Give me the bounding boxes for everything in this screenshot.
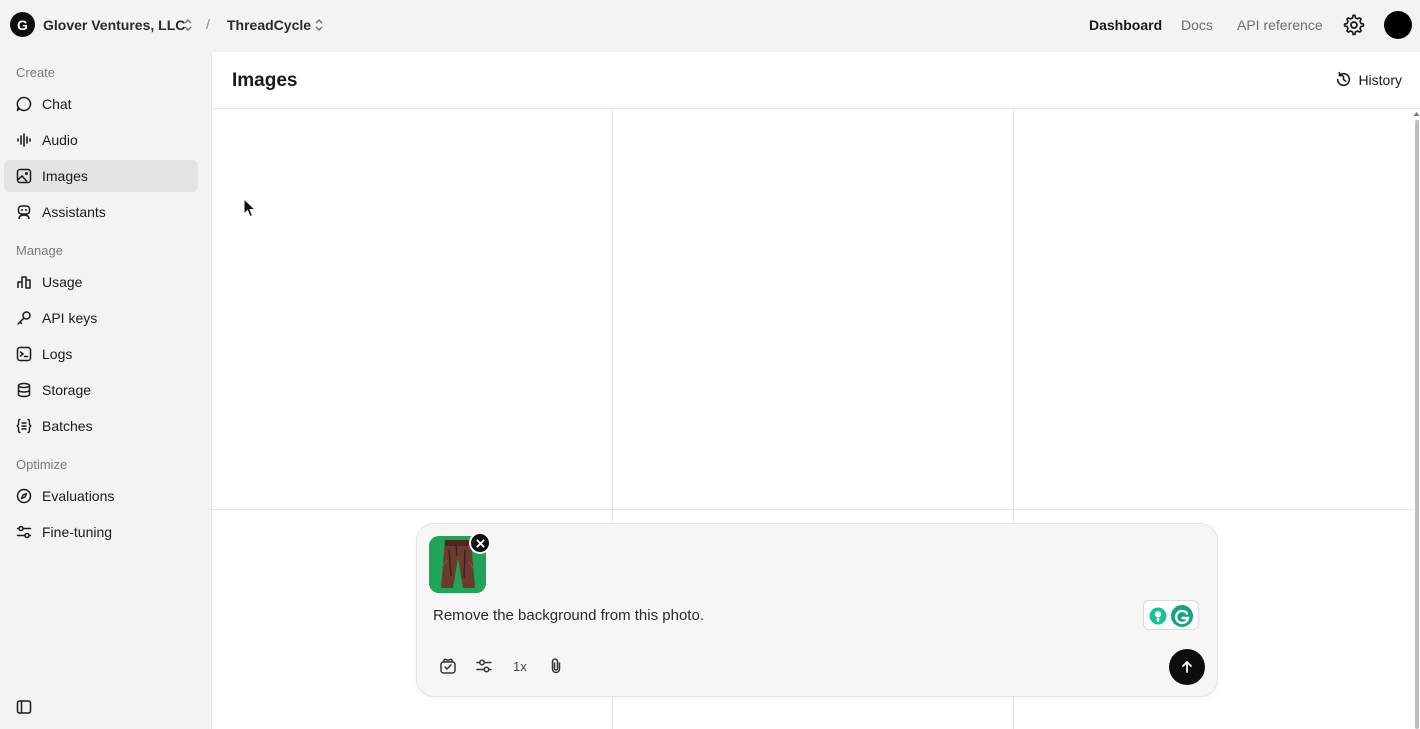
- sidebar-item-assistants[interactable]: Assistants: [4, 196, 198, 228]
- sidebar-item-label: Images: [42, 168, 88, 184]
- nav-api-reference[interactable]: API reference: [1237, 17, 1323, 33]
- breadcrumb-separator: /: [206, 16, 210, 32]
- settings-sliders-icon[interactable]: [475, 657, 493, 675]
- sidebar-item-fine-tuning[interactable]: Fine-tuning: [4, 516, 198, 548]
- sidebar-item-label: Usage: [42, 274, 83, 290]
- audio-waveform-icon: [17, 133, 31, 147]
- sidebar-item-label: Batches: [42, 418, 93, 434]
- remove-attachment-button[interactable]: [469, 532, 491, 554]
- scrollbar-thumb[interactable]: [1415, 120, 1419, 729]
- prompt-input[interactable]: Remove the background from this photo.: [433, 607, 704, 624]
- org-avatar[interactable]: G: [10, 12, 35, 37]
- sliders-icon: [16, 525, 32, 539]
- grammarly-icon: [1149, 605, 1193, 627]
- sidebar-item-batches[interactable]: Batches: [4, 410, 198, 442]
- robot-icon: [17, 205, 31, 220]
- sidebar-item-usage[interactable]: Usage: [4, 266, 198, 298]
- history-button[interactable]: History: [1335, 71, 1402, 88]
- compass-icon: [16, 488, 32, 504]
- sidebar-item-audio[interactable]: Audio: [4, 124, 198, 156]
- scrollbar[interactable]: [1413, 110, 1420, 729]
- grammarly-widget[interactable]: [1143, 600, 1199, 630]
- section-label-manage: Manage: [16, 243, 63, 258]
- key-icon: [17, 311, 31, 325]
- section-label-create: Create: [16, 65, 56, 80]
- sidebar-item-label: Storage: [42, 382, 92, 398]
- sidebar-item-evaluations[interactable]: Evaluations: [4, 480, 198, 512]
- sidebar-item-chat[interactable]: Chat: [4, 88, 198, 120]
- chevron-updown-icon[interactable]: [184, 18, 192, 32]
- image-style-icon[interactable]: [439, 657, 457, 675]
- nav-docs[interactable]: Docs: [1181, 17, 1213, 33]
- chevron-updown-icon[interactable]: [315, 18, 323, 32]
- main-header: Images History: [212, 52, 1420, 109]
- sidebar-item-label: Fine-tuning: [42, 524, 113, 540]
- terminal-icon: [16, 346, 32, 362]
- chat-bubble-icon: [16, 96, 32, 112]
- section-label-optimize: Optimize: [16, 457, 68, 472]
- sidebar: Create Chat Audio Images Assistants Mana…: [0, 52, 210, 729]
- sidebar-item-label: Assistants: [42, 204, 106, 220]
- history-icon: [1337, 71, 1351, 87]
- page-title: Images: [232, 70, 298, 91]
- sidebar-item-storage[interactable]: Storage: [4, 374, 198, 406]
- history-label: History: [1358, 71, 1402, 88]
- send-button[interactable]: [1169, 649, 1205, 685]
- nav-dashboard[interactable]: Dashboard: [1089, 17, 1162, 33]
- sidebar-item-label: Chat: [42, 96, 72, 112]
- sidebar-toggle-icon[interactable]: [16, 699, 32, 715]
- top-bar: G Glover Ventures, LLC / ThreadCycle Das…: [0, 0, 1420, 52]
- org-switcher[interactable]: Glover Ventures, LLC: [43, 17, 185, 33]
- sidebar-item-logs[interactable]: Logs: [4, 338, 198, 370]
- prompt-composer: Remove the background from this photo. 1…: [416, 523, 1218, 697]
- batches-icon: [16, 418, 32, 434]
- paperclip-icon[interactable]: [547, 657, 565, 675]
- sidebar-item-images[interactable]: Images: [4, 160, 198, 192]
- grid-divider: [212, 509, 1414, 510]
- arrow-up-icon: [1182, 661, 1192, 673]
- close-icon: [475, 538, 485, 548]
- sidebar-item-label: Logs: [42, 346, 73, 362]
- database-icon: [17, 382, 31, 398]
- image-count-selector[interactable]: 1x: [513, 659, 527, 674]
- bar-chart-icon: [17, 276, 31, 289]
- scroll-up-icon[interactable]: [1413, 110, 1420, 118]
- sidebar-item-label: API keys: [42, 310, 98, 326]
- project-switcher[interactable]: ThreadCycle: [227, 17, 311, 33]
- image-icon: [16, 168, 32, 184]
- user-avatar[interactable]: [1384, 11, 1412, 39]
- gear-icon[interactable]: [1343, 14, 1365, 36]
- sidebar-item-api-keys[interactable]: API keys: [4, 302, 198, 334]
- sidebar-item-label: Audio: [42, 132, 78, 148]
- mouse-cursor-icon: [243, 198, 257, 218]
- sidebar-item-label: Evaluations: [42, 488, 115, 504]
